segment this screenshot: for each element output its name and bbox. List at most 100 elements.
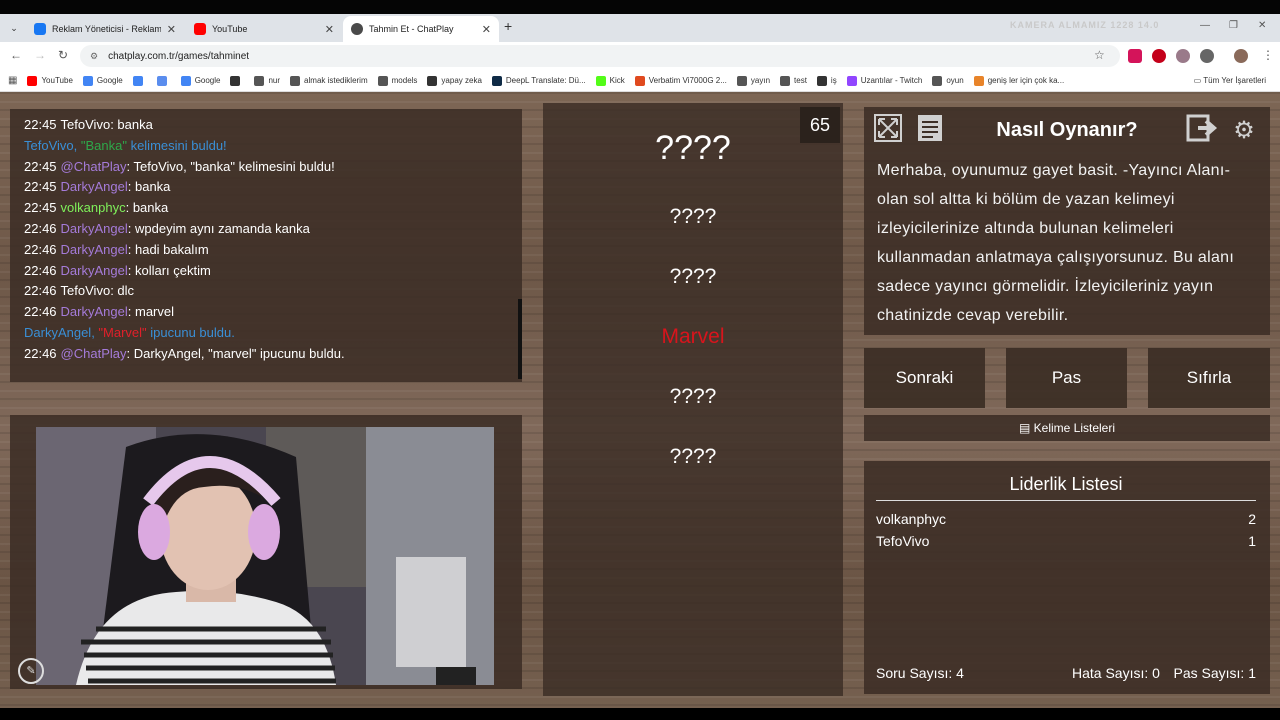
bookmark-item[interactable] xyxy=(156,75,171,86)
chat-separator: : xyxy=(127,304,135,320)
settings-gear-icon[interactable]: ⚙ xyxy=(1228,113,1260,149)
reset-button[interactable]: Sıfırla xyxy=(1148,348,1270,408)
back-arrow-icon[interactable]: ← xyxy=(10,48,22,62)
bookmark-item[interactable]: Verbatim Vi7000G 2... xyxy=(634,75,727,86)
bookmark-favicon-icon xyxy=(736,75,747,86)
menu-kebab-icon[interactable]: ⋮ xyxy=(1262,48,1274,62)
bookmark-item[interactable]: geniş ler için çok ka... xyxy=(973,75,1065,86)
all-bookmarks-link[interactable]: ▭ Tüm Yer İşaretleri xyxy=(1194,76,1266,85)
extension-icon[interactable] xyxy=(1152,49,1166,63)
chat-text: "Banka" xyxy=(80,137,127,153)
main-word: ???? xyxy=(655,129,731,167)
overlay-ghost-text: KAMERA ALMAMIZ 1228 14.0 xyxy=(1010,20,1160,30)
reload-icon[interactable]: ↻ xyxy=(58,48,68,62)
bookmark-label: geniş ler için çok ka... xyxy=(987,76,1065,85)
bookmark-item[interactable]: DeepL Translate: Dü... xyxy=(491,75,586,86)
bookmark-item[interactable]: iş xyxy=(816,75,837,86)
exit-icon[interactable] xyxy=(1186,113,1218,149)
bookmark-label: Kick xyxy=(609,76,625,85)
extension-icon[interactable] xyxy=(1176,49,1190,63)
tab-youtube[interactable]: YouTube ✕ xyxy=(186,16,342,42)
bookmark-item[interactable] xyxy=(132,75,147,86)
chat-message: 22:46 TefoVivo: dlc xyxy=(24,281,508,302)
leaderboard-row: TefoVivo 1 xyxy=(876,533,1256,549)
bookmark-item[interactable] xyxy=(230,75,244,86)
bookmark-label: yapay zeka xyxy=(441,76,482,85)
tab-search-chevron-icon[interactable]: ⌄ xyxy=(6,20,22,36)
bookmark-item[interactable]: Google xyxy=(82,75,123,86)
address-bar[interactable]: ⚙ chatplay.com.tr/games/tahminet xyxy=(80,45,1120,67)
close-window-icon[interactable]: ✕ xyxy=(1258,20,1266,31)
chat-username: TefoVivo xyxy=(60,283,111,299)
bookmark-star-icon[interactable]: ☆ xyxy=(1094,48,1105,62)
bookmark-favicon-icon xyxy=(973,75,984,86)
tab-ads-manager[interactable]: Reklam Yöneticisi - Reklamları Y ✕ xyxy=(26,16,184,42)
bookmark-favicon-icon xyxy=(816,75,827,86)
tab-label: Tahmin Et - ChatPlay xyxy=(369,24,454,34)
chat-username: DarkyAngel, xyxy=(24,324,99,340)
chat-message: 22:46 DarkyAngel: marvel xyxy=(24,302,508,323)
bookmark-label: oyun xyxy=(946,76,964,85)
bookmark-favicon-icon xyxy=(491,75,502,86)
next-button[interactable]: Sonraki xyxy=(864,348,985,408)
bookmark-item[interactable]: almak istediklerim xyxy=(290,75,368,86)
chat-panel: 22:45 TefoVivo: banka TefoVivo, "Banka" ke… xyxy=(10,109,522,382)
chat-username: DarkyAngel xyxy=(60,304,128,320)
bookmark-item[interactable]: Google xyxy=(180,75,220,86)
hint-word: ???? xyxy=(669,445,717,468)
tab-close-icon[interactable]: ✕ xyxy=(167,23,176,36)
apps-grid-icon[interactable]: ▦ xyxy=(8,75,17,86)
extension-icon[interactable] xyxy=(1128,49,1142,63)
bookmark-favicon-icon xyxy=(377,75,388,86)
chat-separator: : xyxy=(127,179,135,195)
bookmark-label: Uzantılar - Twitch xyxy=(860,76,923,85)
tab-close-icon[interactable]: ✕ xyxy=(325,23,334,36)
maximize-icon[interactable]: ❐ xyxy=(1229,20,1238,31)
tab-tahmin-et[interactable]: Tahmin Et - ChatPlay ✕ xyxy=(343,16,499,42)
chat-message: 22:45 DarkyAngel: banka xyxy=(24,177,508,198)
chat-text: "Marvel" xyxy=(98,324,147,340)
bookmark-label: YouTube xyxy=(41,76,73,85)
bookmarks-bar: ▦ YouTube Google Google nur almak istedikler… xyxy=(0,70,1280,92)
bookmark-item[interactable]: models xyxy=(377,75,418,86)
bookmark-item[interactable]: yapay zeka xyxy=(427,75,482,86)
chat-scrollbar[interactable] xyxy=(518,299,522,379)
pass-button[interactable]: Pas xyxy=(1006,348,1127,408)
chat-text: banka xyxy=(132,200,169,216)
chat-message: 22:46 @ChatPlay: DarkyAngel, "marvel" ipu… xyxy=(24,344,508,365)
hint-word-found: Marvel xyxy=(661,325,725,348)
folder-icon: ▭ xyxy=(1193,76,1204,85)
bookmark-item[interactable]: Uzantılar - Twitch xyxy=(846,75,923,86)
url-text: chatplay.com.tr/games/tahminet xyxy=(108,50,250,62)
chat-separator: : xyxy=(127,241,135,257)
hint-word: ???? xyxy=(669,385,717,408)
bookmark-item[interactable]: oyun xyxy=(932,75,964,86)
chat-timestamp: 22:46 xyxy=(24,262,57,278)
player-score: 2 xyxy=(1248,511,1256,527)
bookmark-item[interactable]: nur xyxy=(254,75,280,86)
chat-timestamp: 22:46 xyxy=(24,345,57,361)
profile-avatar[interactable] xyxy=(1234,49,1248,63)
bookmark-favicon-icon xyxy=(932,75,943,86)
tab-label: Reklam Yöneticisi - Reklamları Y xyxy=(52,24,161,34)
new-tab-plus-icon[interactable]: + xyxy=(504,18,512,34)
bookmark-item[interactable]: test xyxy=(780,75,807,86)
tab-close-icon[interactable]: ✕ xyxy=(482,23,491,36)
chat-text: dlc xyxy=(117,283,135,299)
bookmark-label: Google xyxy=(96,76,123,85)
chatplay-icon xyxy=(351,23,363,35)
bookmark-favicon-icon xyxy=(230,75,241,86)
bookmark-label: models xyxy=(391,76,418,85)
bookmark-item[interactable]: yayın xyxy=(736,75,770,86)
words-panel: 65 ???? ???? ???? Marvel ???? ???? xyxy=(543,103,843,696)
hint-word: ???? xyxy=(669,265,717,288)
extensions-puzzle-icon[interactable] xyxy=(1200,49,1214,63)
word-lists-button[interactable]: ▤ Kelime Listeleri xyxy=(864,415,1270,441)
bookmark-item[interactable]: YouTube xyxy=(27,75,73,86)
forward-arrow-icon[interactable]: → xyxy=(34,48,46,62)
edit-pencil-icon[interactable]: ✎ xyxy=(18,658,44,684)
site-info-icon[interactable]: ⚙ xyxy=(90,51,98,62)
bookmark-item[interactable]: Kick xyxy=(595,75,625,86)
bookmark-label: DeepL Translate: Dü... xyxy=(505,76,586,85)
minimize-icon[interactable]: — xyxy=(1200,20,1210,31)
